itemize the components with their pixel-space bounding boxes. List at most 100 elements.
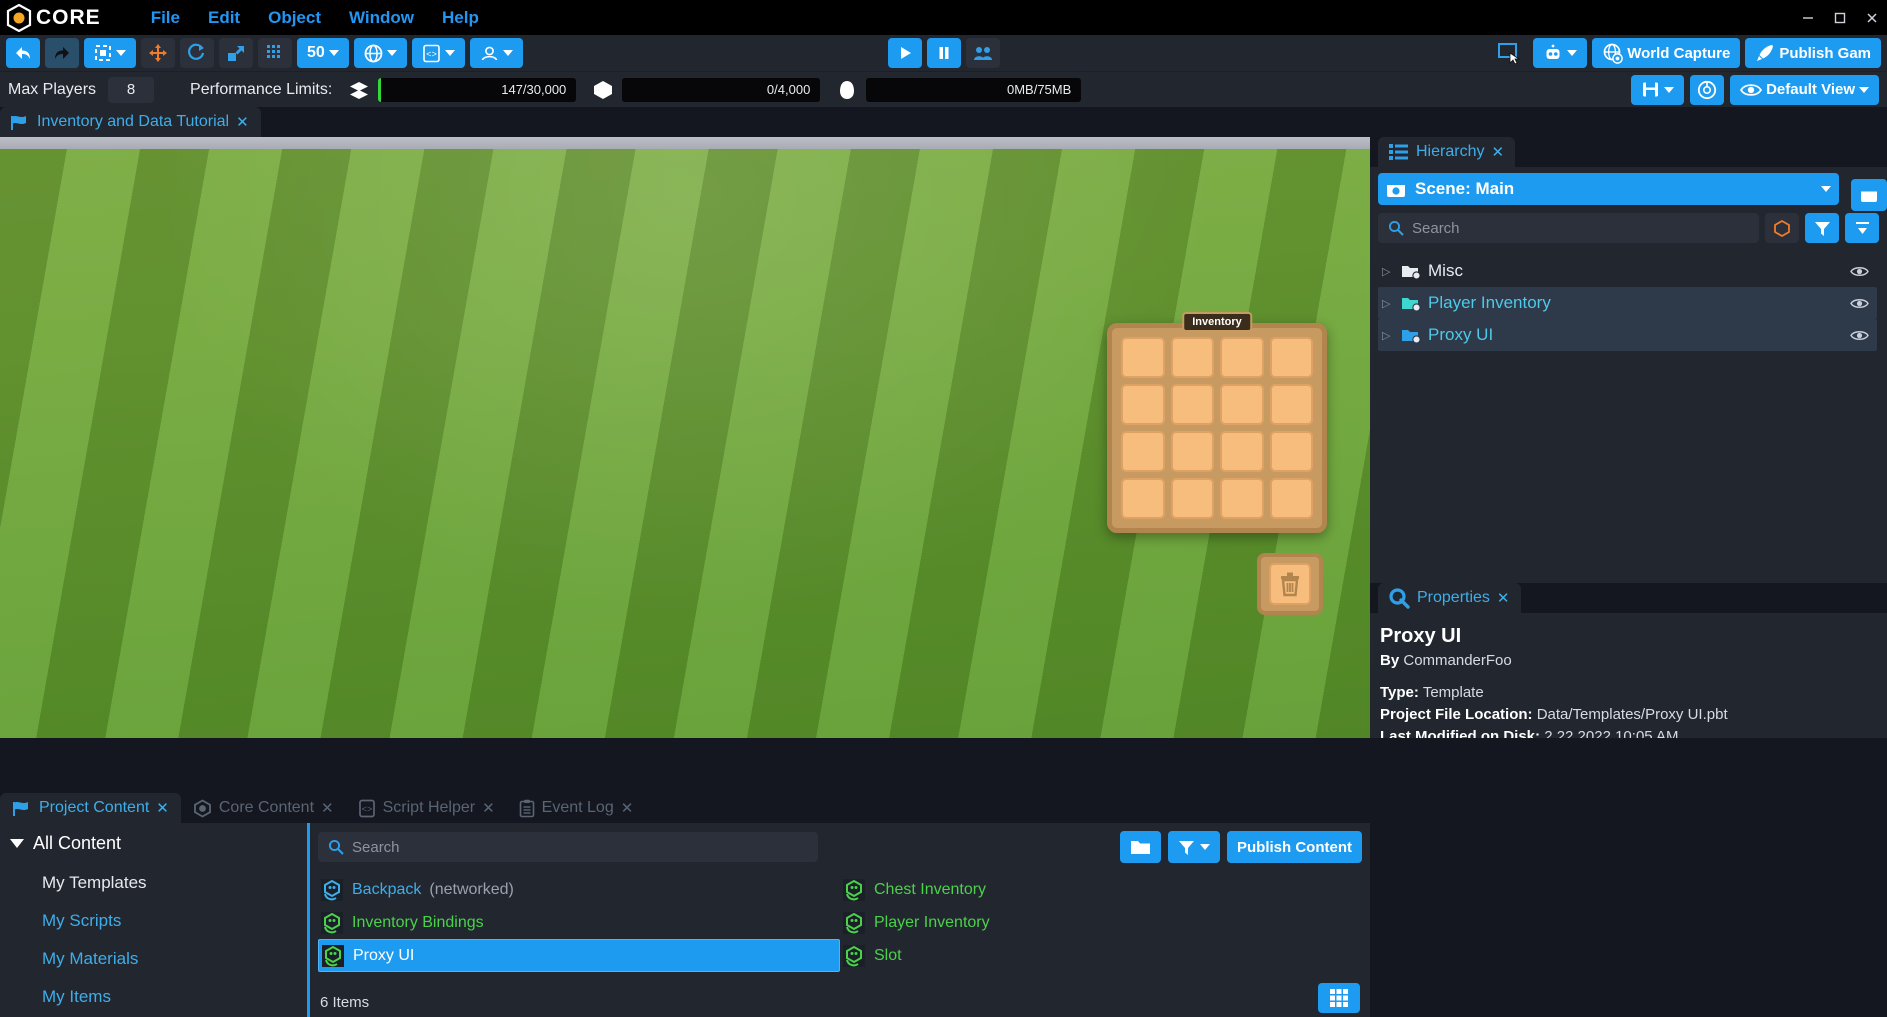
- undo-button[interactable]: [6, 38, 40, 68]
- asset-item-proxy-ui[interactable]: Proxy UI: [318, 939, 840, 972]
- save-caret-icon[interactable]: [1664, 86, 1675, 93]
- scale-tool-button[interactable]: [219, 38, 253, 68]
- asset-item-chest-inventory[interactable]: Chest Inventory: [840, 873, 1362, 906]
- sidebar-item-my-items[interactable]: My Items: [10, 978, 307, 1016]
- visibility-eye-icon[interactable]: [1850, 329, 1869, 342]
- menu-object[interactable]: Object: [268, 8, 321, 28]
- camera-tool-button[interactable]: [469, 38, 523, 68]
- hierarchy-collapse-button[interactable]: [1845, 213, 1879, 243]
- scene-caret-icon[interactable]: [1821, 186, 1831, 192]
- sidebar-item-my-templates[interactable]: My Templates: [10, 864, 307, 902]
- inventory-slot[interactable]: [1220, 478, 1264, 519]
- grid-value-caret-icon[interactable]: [328, 50, 339, 56]
- properties-tab-close-icon[interactable]: ✕: [1497, 589, 1510, 607]
- inventory-slot[interactable]: [1170, 384, 1214, 425]
- select-tool-button[interactable]: [84, 38, 136, 68]
- publish-game-button[interactable]: Publish Gam: [1745, 38, 1881, 68]
- select-tool-caret-icon[interactable]: [116, 50, 126, 56]
- tab-core-content[interactable]: Core Content ✕: [181, 793, 346, 823]
- tree-item-player-inventory[interactable]: ▷ Player Inventory: [1378, 287, 1877, 319]
- tab-hierarchy[interactable]: Hierarchy ✕: [1378, 137, 1516, 167]
- default-view-caret-icon[interactable]: [1859, 86, 1869, 93]
- script-tool-button[interactable]: <>: [411, 38, 465, 68]
- all-content-row[interactable]: All Content: [10, 833, 307, 854]
- inventory-slot[interactable]: [1220, 431, 1264, 472]
- inventory-panel[interactable]: Inventory: [1107, 312, 1327, 533]
- script-tool-caret-icon[interactable]: [444, 50, 455, 56]
- perf-meter-memory[interactable]: 0MB/75MB: [866, 77, 1082, 102]
- maximize-icon[interactable]: [1833, 11, 1847, 25]
- world-space-caret-icon[interactable]: [386, 50, 397, 56]
- asset-item-backpack[interactable]: Backpack (networked): [318, 873, 840, 906]
- redo-button[interactable]: [45, 38, 79, 68]
- tab-event-log[interactable]: Event Log ✕: [507, 793, 646, 823]
- asset-item-player-inventory[interactable]: Player Inventory: [840, 906, 1362, 939]
- inventory-slot[interactable]: [1220, 384, 1264, 425]
- perf-meter-objects[interactable]: 147/30,000: [378, 77, 577, 102]
- ai-tool-caret-icon[interactable]: [1567, 50, 1578, 56]
- save-button[interactable]: [1631, 74, 1685, 105]
- sidebar-item-my-scripts[interactable]: My Scripts: [10, 902, 307, 940]
- asset-item-inventory-bindings[interactable]: Inventory Bindings: [318, 906, 840, 939]
- inventory-slot[interactable]: [1121, 384, 1165, 425]
- hierarchy-asset-filter-button[interactable]: [1765, 213, 1799, 243]
- bottom-tab-close-icon[interactable]: ✕: [621, 799, 634, 817]
- default-view-button[interactable]: Default View: [1730, 74, 1879, 105]
- scene-selector[interactable]: Scene: Main: [1378, 173, 1839, 205]
- visibility-eye-icon[interactable]: [1850, 297, 1869, 310]
- tree-item-misc[interactable]: ▷ Misc: [1378, 255, 1877, 287]
- tab-project-content[interactable]: Project Content ✕: [0, 793, 181, 823]
- inventory-slot[interactable]: [1170, 337, 1214, 378]
- expand-arrow-icon[interactable]: ▷: [1382, 329, 1394, 342]
- scene-add-button[interactable]: [1851, 179, 1887, 211]
- expand-arrow-icon[interactable]: ▷: [1382, 297, 1394, 310]
- inventory-slot[interactable]: [1269, 431, 1313, 472]
- minimize-icon[interactable]: [1801, 11, 1815, 25]
- inventory-slot[interactable]: [1269, 384, 1313, 425]
- menu-window[interactable]: Window: [349, 8, 414, 28]
- hierarchy-filter-button[interactable]: [1805, 213, 1839, 243]
- hierarchy-search-input[interactable]: [1412, 219, 1749, 237]
- publish-content-button[interactable]: Publish Content: [1227, 831, 1362, 863]
- inventory-slot[interactable]: [1220, 337, 1264, 378]
- hierarchy-tab-close-icon[interactable]: ✕: [1491, 143, 1504, 161]
- inventory-trash-button[interactable]: [1257, 553, 1323, 615]
- inventory-slot[interactable]: [1170, 478, 1214, 519]
- new-folder-button[interactable]: [1120, 831, 1161, 863]
- inventory-slot[interactable]: [1121, 478, 1165, 519]
- bottom-tab-close-icon[interactable]: ✕: [321, 799, 334, 817]
- max-players-input[interactable]: 8: [108, 76, 155, 103]
- bottom-tab-close-icon[interactable]: ✕: [482, 799, 495, 817]
- inventory-slot[interactable]: [1269, 337, 1313, 378]
- scene-viewport[interactable]: Inventory: [0, 137, 1370, 738]
- screenshot-tool-button[interactable]: [1490, 38, 1528, 68]
- tab-script-helper[interactable]: <> Script Helper ✕: [346, 793, 507, 823]
- play-button[interactable]: [887, 38, 922, 68]
- close-icon[interactable]: [1865, 11, 1879, 25]
- move-tool-button[interactable]: [141, 38, 175, 68]
- grid-value-button[interactable]: 50: [297, 38, 349, 68]
- expand-arrow-icon[interactable]: ▷: [1382, 265, 1394, 278]
- perf-meter-network[interactable]: 0/4,000: [622, 77, 821, 102]
- multiplayer-preview-button[interactable]: [965, 38, 1000, 68]
- viewport-tab-close-icon[interactable]: ✕: [236, 113, 249, 131]
- inventory-slot[interactable]: [1121, 431, 1165, 472]
- visibility-eye-icon[interactable]: [1850, 265, 1869, 278]
- menu-edit[interactable]: Edit: [208, 8, 240, 28]
- content-search[interactable]: [318, 832, 818, 862]
- pause-button[interactable]: [926, 38, 961, 68]
- hierarchy-search[interactable]: [1378, 213, 1759, 243]
- world-space-button[interactable]: [353, 38, 407, 68]
- tab-properties[interactable]: Properties ✕: [1378, 583, 1521, 613]
- menu-file[interactable]: File: [151, 8, 180, 28]
- ai-tool-button[interactable]: [1533, 38, 1588, 68]
- menu-help[interactable]: Help: [442, 8, 479, 28]
- world-capture-button[interactable]: World Capture: [1592, 38, 1741, 68]
- camera-tool-caret-icon[interactable]: [502, 50, 513, 56]
- content-filter-caret-icon[interactable]: [1200, 844, 1210, 850]
- grid-snap-button[interactable]: [258, 38, 292, 68]
- asset-item-slot[interactable]: Slot: [840, 939, 1362, 972]
- tab-inventory-and-data-tutorial[interactable]: Inventory and Data Tutorial ✕: [0, 107, 261, 137]
- content-filter-button[interactable]: [1168, 831, 1220, 863]
- inventory-slot[interactable]: [1269, 478, 1313, 519]
